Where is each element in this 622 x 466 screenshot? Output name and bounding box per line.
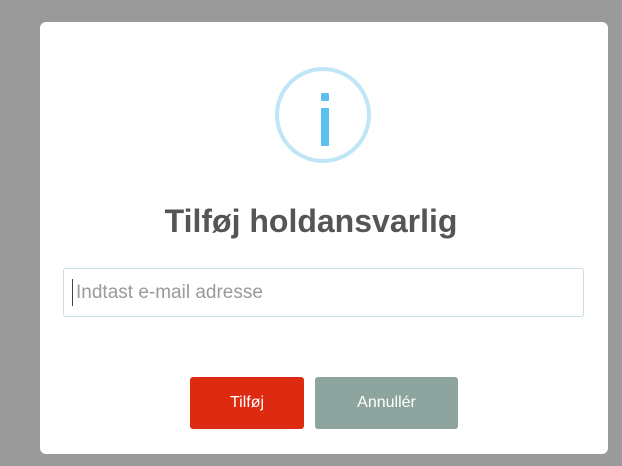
- info-icon-dot: [321, 93, 329, 101]
- email-input[interactable]: [63, 268, 584, 317]
- dialog-title: Tilføj holdansvarlig: [164, 203, 458, 239]
- add-button[interactable]: Tilføj: [190, 377, 304, 429]
- info-icon-bar: [321, 108, 329, 146]
- info-icon: [275, 67, 371, 163]
- text-caret: [72, 279, 73, 306]
- cancel-button[interactable]: Annullér: [315, 377, 458, 429]
